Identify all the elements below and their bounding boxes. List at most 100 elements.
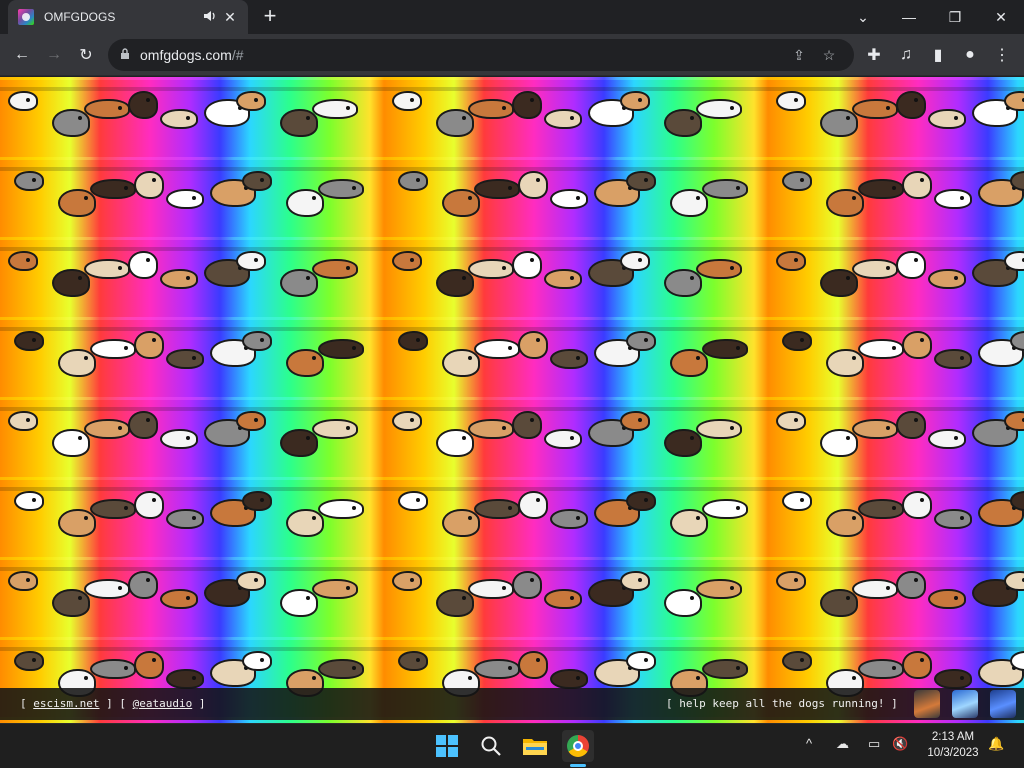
forward-button[interactable]: → [40, 41, 68, 69]
new-tab-button[interactable]: + [258, 5, 282, 29]
dog-sprite [468, 259, 514, 279]
windows-start-icon[interactable] [431, 730, 463, 762]
help-keep-dogs-running-link[interactable]: [ help keep all the dogs running! ] [666, 697, 898, 710]
file-explorer-icon[interactable] [519, 730, 551, 762]
dog-sprite [312, 99, 358, 119]
restore-button[interactable]: ❐ [932, 0, 978, 34]
dog-pack [0, 83, 384, 153]
dog-pack [774, 163, 1024, 233]
dog-sprite [236, 411, 266, 431]
dog-sprite [236, 91, 266, 111]
dog-sprite [518, 491, 548, 519]
tab-search-chevron-icon[interactable]: ⌄ [840, 0, 886, 34]
dog-sprite [436, 429, 474, 457]
media-control-icon[interactable]: ♫ [892, 41, 920, 69]
browser-titlebar: OMFGDOGS ✕ + ⌄ — ❐ ✕ [0, 0, 1024, 34]
extensions-icon[interactable]: ✚ [860, 41, 888, 69]
dog-sprite [58, 349, 96, 377]
dog-sprite [902, 171, 932, 199]
minimize-button[interactable]: — [886, 0, 932, 34]
dog-row [0, 77, 1024, 157]
dog-sprite [160, 429, 198, 449]
footer-thumbnail-2[interactable] [952, 690, 978, 718]
dog-sprite [902, 331, 932, 359]
dog-sprite [626, 651, 656, 671]
dog-sprite [512, 411, 542, 439]
back-button[interactable]: ← [8, 41, 36, 69]
dog-pack [384, 563, 768, 633]
dog-sprite [280, 109, 318, 137]
lock-icon[interactable] [120, 47, 140, 63]
dog-row [0, 557, 1024, 637]
dog-sprite [468, 579, 514, 599]
dog-sprite [280, 429, 318, 457]
dog-sprite [58, 189, 96, 217]
address-bar[interactable]: omfgdogs.com/# ⇪ ☆ [108, 39, 854, 71]
dog-sprite [392, 91, 422, 111]
volume-muted-icon[interactable]: 🔇 [892, 736, 908, 752]
chrome-active-indicator [570, 764, 586, 767]
system-clock[interactable]: 2:13 AM 10/3/2023 [918, 729, 988, 761]
eataudio-link[interactable]: @eataudio [133, 697, 193, 710]
dog-row [0, 157, 1024, 237]
dog-sprite [702, 659, 748, 679]
dog-sprite [14, 331, 44, 351]
dog-sprite [318, 499, 364, 519]
side-panel-icon[interactable]: ▮ [924, 41, 952, 69]
dog-pack [768, 563, 1024, 633]
dog-sprite [620, 251, 650, 271]
dog-sprite [852, 99, 898, 119]
network-icon[interactable]: ▭ [868, 736, 880, 752]
dog-sprite [134, 171, 164, 199]
dog-sprite [134, 651, 164, 679]
share-icon[interactable]: ⇪ [784, 47, 814, 64]
dog-sprite [696, 259, 742, 279]
tab-omfgdogs[interactable]: OMFGDOGS ✕ [8, 0, 248, 34]
dog-sprite [128, 91, 158, 119]
page-content[interactable] [0, 77, 1024, 723]
dog-sprite [242, 651, 272, 671]
dog-sprite [474, 499, 520, 519]
escism-link[interactable]: escism.net [33, 697, 99, 710]
dog-sprite [782, 331, 812, 351]
dog-sprite [468, 419, 514, 439]
dog-sprite [468, 99, 514, 119]
dog-sprite [128, 251, 158, 279]
footer-thumbnail-3[interactable] [990, 690, 1016, 718]
dog-sprite [236, 251, 266, 271]
close-window-button[interactable]: ✕ [978, 0, 1024, 34]
dog-sprite [84, 259, 130, 279]
url-text[interactable]: omfgdogs.com/# [140, 47, 784, 63]
search-icon[interactable] [475, 730, 507, 762]
dog-pack [768, 83, 1024, 153]
profile-icon[interactable]: ● [956, 41, 984, 69]
dog-pack [6, 483, 390, 553]
dog-sprite [620, 91, 650, 111]
footer-thumbnail-1[interactable] [914, 690, 940, 718]
menu-icon[interactable]: ⋮ [988, 41, 1016, 69]
dog-sprite [398, 491, 428, 511]
onedrive-icon[interactable]: ☁ [836, 736, 849, 752]
dog-pack [6, 163, 390, 233]
tab-close-icon[interactable]: ✕ [220, 7, 240, 27]
dog-sprite [858, 339, 904, 359]
notifications-icon[interactable]: 🔔 [988, 736, 1004, 752]
dog-sprite [398, 651, 428, 671]
dog-sprite [544, 589, 582, 609]
dog-sprite [928, 269, 966, 289]
dog-sprite [670, 349, 708, 377]
bookmark-star-icon[interactable]: ☆ [814, 47, 844, 64]
chrome-icon[interactable] [562, 730, 594, 762]
dog-sprite [242, 171, 272, 191]
dog-sprite [782, 491, 812, 511]
dog-sprite [620, 411, 650, 431]
reload-button[interactable]: ↻ [72, 41, 100, 69]
dog-sprite [820, 109, 858, 137]
dog-sprite [398, 331, 428, 351]
dog-sprite [550, 349, 588, 369]
speaker-icon[interactable] [200, 10, 220, 25]
dog-sprite [318, 339, 364, 359]
show-hidden-icons-chevron-icon[interactable]: ^ [806, 736, 812, 751]
dog-sprite [128, 571, 158, 599]
dog-sprite [928, 429, 966, 449]
